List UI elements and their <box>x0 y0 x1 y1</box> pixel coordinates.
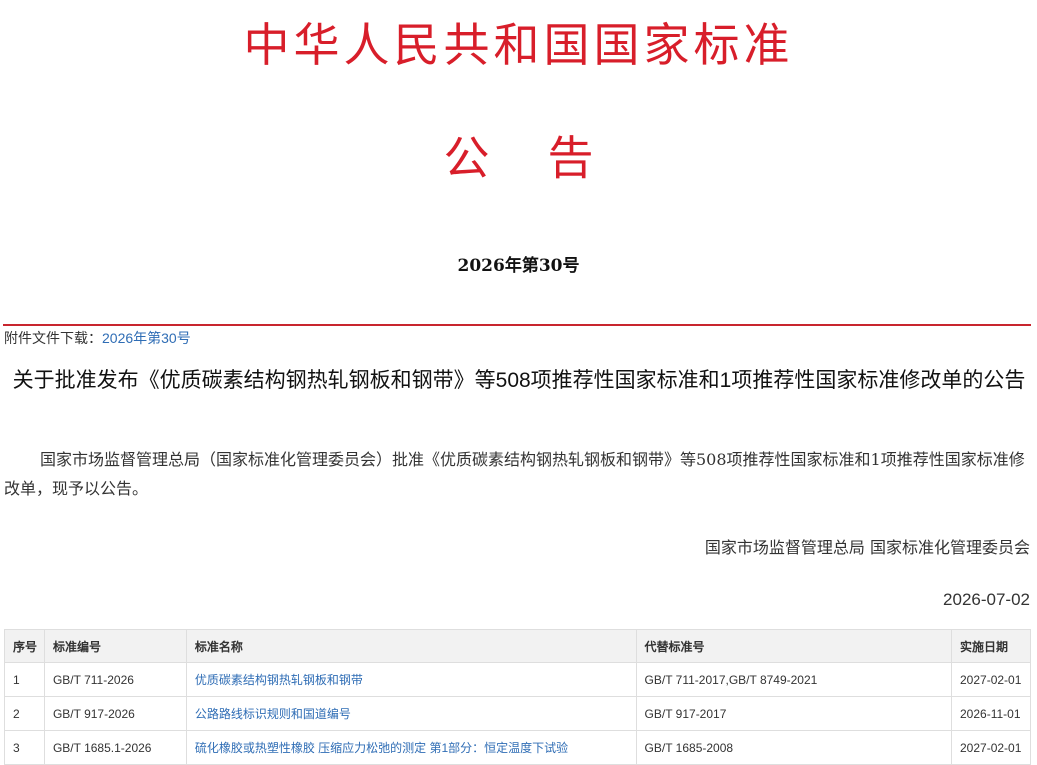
red-divider <box>3 324 1031 326</box>
masthead-title: 中华人民共和国国家标准 <box>243 18 794 72</box>
notice-body: 国家市场监督管理总局（国家标准化管理委员会）批准《优质碳素结构钢热轧钢板和钢带》… <box>4 450 1025 498</box>
header-seq: 序号 <box>4 629 45 663</box>
table-row: 2 GB/T 917-2026 公路路线标识规则和国道编号 GB/T 917-2… <box>4 696 1031 731</box>
row-replaces: GB/T 917-2017 <box>635 696 953 731</box>
notice-signer: 国家市场监督管理总局 国家标准化管理委员会 <box>704 538 1030 557</box>
row-effective-date: 2027-02-01 <box>951 730 1031 765</box>
row-name-cell: 公路路线标识规则和国道编号 <box>185 696 637 731</box>
masthead-subtitle: 公告 <box>0 128 1037 188</box>
row-effective-date: 2026-11-01 <box>951 696 1031 731</box>
standard-name-link[interactable]: 公路路线标识规则和国道编号 <box>195 707 351 721</box>
row-seq: 3 <box>4 730 45 765</box>
row-replaces: GB/T 1685-2008 <box>635 730 953 765</box>
table-row: 3 GB/T 1685.1-2026 硫化橡胶或热塑性橡胶 压缩应力松弛的测定 … <box>4 730 1031 765</box>
header-replaces: 代替标准号 <box>635 629 953 663</box>
standard-name-link[interactable]: 硫化橡胶或热塑性橡胶 压缩应力松弛的测定 第1部分：恒定温度下试验 <box>195 741 568 755</box>
row-name-cell: 硫化橡胶或热塑性橡胶 压缩应力松弛的测定 第1部分：恒定温度下试验 <box>185 730 637 765</box>
attachment-download-link[interactable]: 2026年第30号 <box>102 330 191 346</box>
header-effective-date: 实施日期 <box>951 629 1031 663</box>
issue-number: 2026年第30号 <box>457 256 580 276</box>
announcement-page: 中华人民共和国国家标准 公告 2026年第30号 附件文件下载：2026年第30… <box>0 0 1037 765</box>
row-seq: 1 <box>4 662 45 697</box>
standard-name-link[interactable]: 优质碳素结构钢热轧钢板和钢带 <box>195 673 363 687</box>
masthead-subtitle-char-1: 公 <box>443 131 490 185</box>
table-row: 1 GB/T 711-2026 优质碳素结构钢热轧钢板和钢带 GB/T 711-… <box>4 662 1031 697</box>
masthead-subtitle-char-2: 告 <box>547 131 594 185</box>
row-name-cell: 优质碳素结构钢热轧钢板和钢带 <box>185 662 637 697</box>
row-effective-date: 2027-02-01 <box>951 662 1031 697</box>
row-code: GB/T 1685.1-2026 <box>43 730 187 765</box>
notice-title: 关于批准发布《优质碳素结构钢热轧钢板和钢带》等508项推荐性国家标准和1项推荐性… <box>12 369 1026 392</box>
row-code: GB/T 711-2026 <box>43 662 187 697</box>
row-replaces: GB/T 711-2017,GB/T 8749-2021 <box>635 662 953 697</box>
standards-table: 序号 标准编号 标准名称 代替标准号 实施日期 1 GB/T 711-2026 … <box>4 629 1031 765</box>
header-name: 标准名称 <box>185 629 637 663</box>
notice-date: 2026-07-02 <box>943 590 1030 609</box>
attachment-row: 附件文件下载：2026年第30号 <box>4 328 191 348</box>
attachment-label: 附件文件下载： <box>4 330 102 346</box>
row-code: GB/T 917-2026 <box>43 696 187 731</box>
header-code: 标准编号 <box>43 629 187 663</box>
table-header-row: 序号 标准编号 标准名称 代替标准号 实施日期 <box>4 629 1031 663</box>
row-seq: 2 <box>4 696 45 731</box>
